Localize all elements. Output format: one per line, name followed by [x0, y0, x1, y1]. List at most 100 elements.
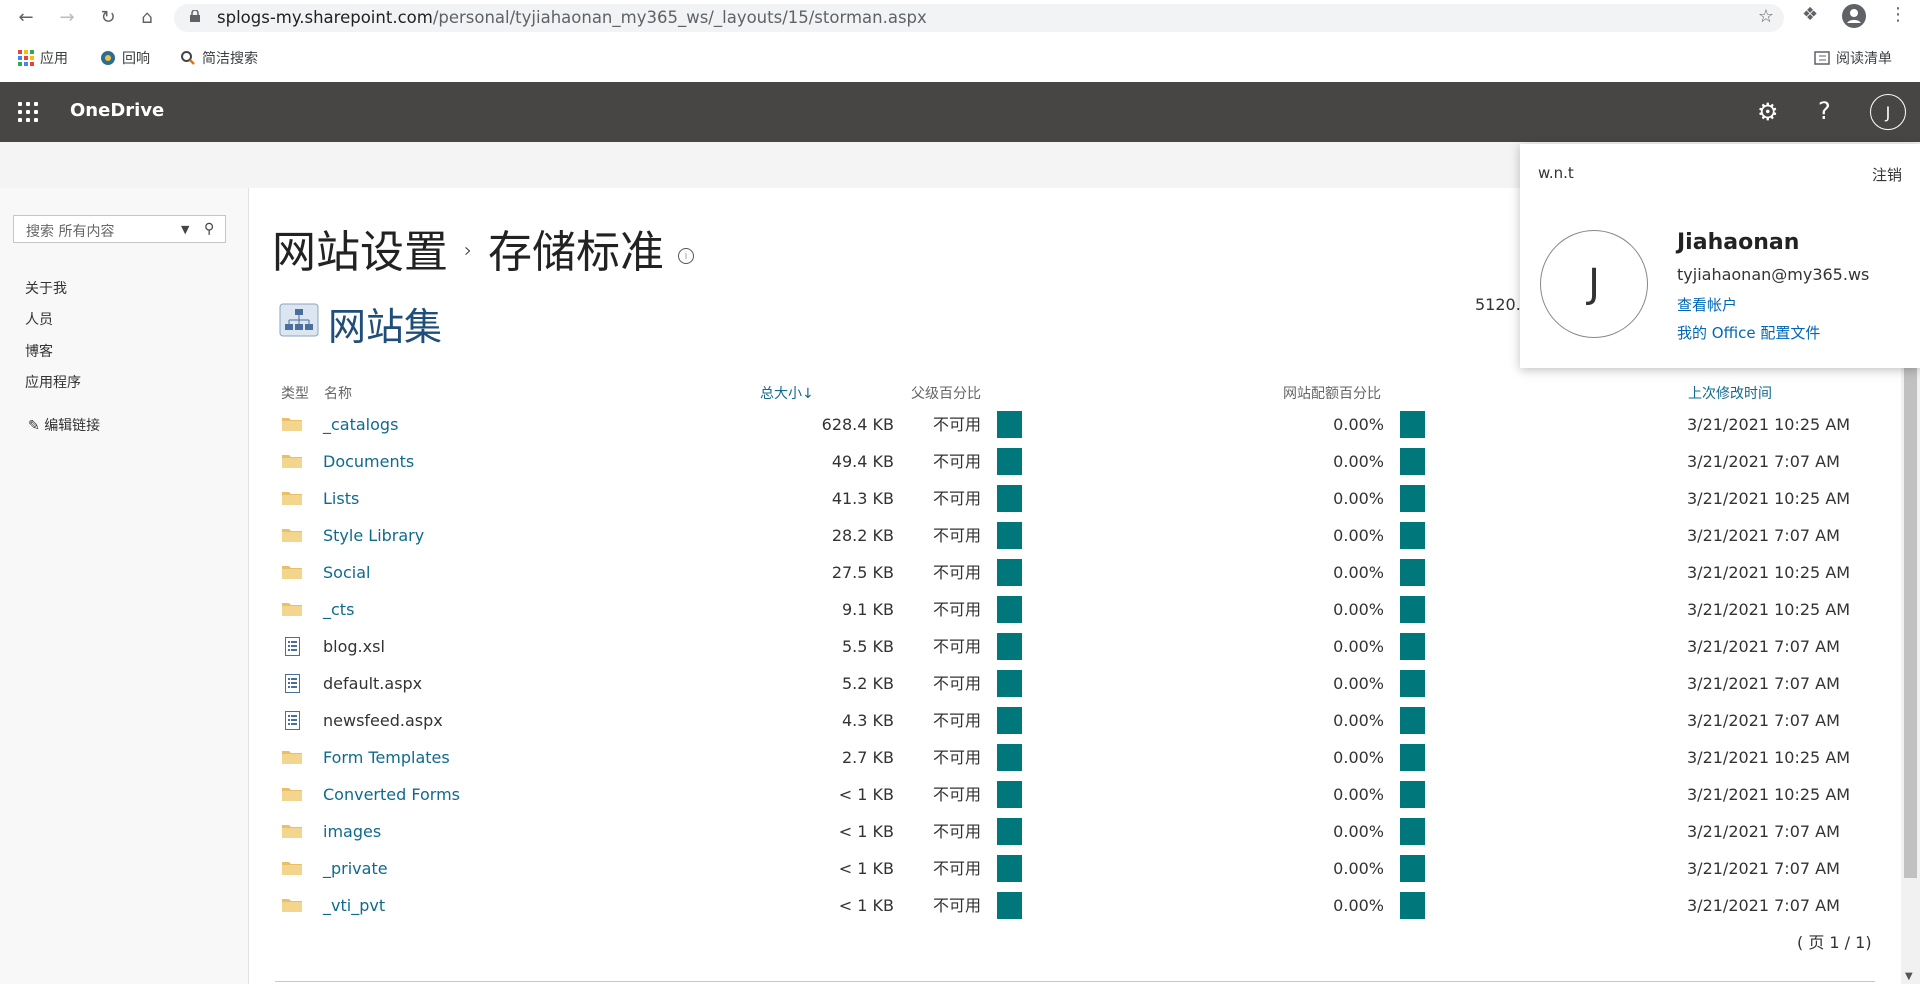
settings-gear-icon[interactable]: ⚙	[1757, 98, 1779, 126]
item-name[interactable]: Lists	[323, 480, 359, 517]
org-name: w.n.t	[1538, 164, 1574, 182]
parent-pct-bar	[997, 411, 1022, 438]
item-modified: 3/21/2021 7:07 AM	[1687, 526, 1840, 545]
quota-pct-bar	[1400, 855, 1425, 882]
nav-link-blog[interactable]: 博客	[25, 341, 53, 361]
bookmarks-bar: 应用 回响 简洁搜索 阅读清单	[0, 36, 1920, 83]
divider	[275, 981, 1875, 982]
item-modified: 3/21/2021 7:07 AM	[1687, 859, 1840, 878]
quota-pct-bar	[1400, 522, 1425, 549]
extensions-icon[interactable]: ❖	[1802, 4, 1818, 25]
breadcrumb-root[interactable]: 网站设置	[272, 227, 448, 278]
item-name[interactable]: Documents	[323, 443, 414, 480]
item-quota-pct: 0.00%	[1333, 711, 1384, 730]
item-modified: 3/21/2021 7:07 AM	[1687, 822, 1840, 841]
scrollbar-thumb[interactable]	[1904, 358, 1917, 878]
table-row: Style Library 28.2 KB 不可用 0.00% 3/21/2021 7:…	[0, 517, 1920, 554]
item-modified: 3/21/2021 10:25 AM	[1687, 489, 1851, 508]
help-icon[interactable]: ?	[1818, 97, 1831, 125]
col-header-modified[interactable]: 上次修改时间	[1688, 383, 1772, 403]
app-launcher-icon[interactable]	[18, 102, 38, 122]
bookmark-search[interactable]: 简洁搜索	[180, 48, 258, 68]
view-account-link[interactable]: 查看帐户	[1677, 294, 1737, 315]
quota-pct-bar	[1400, 892, 1425, 919]
item-parent-pct: 不可用	[933, 896, 982, 915]
item-name[interactable]: _vti_pvt	[323, 887, 385, 924]
item-quota-pct: 0.00%	[1333, 748, 1384, 767]
home-icon[interactable]: ⌂	[135, 6, 159, 30]
lock-icon	[190, 10, 200, 22]
table-row: _cts 9.1 KB 不可用 0.00% 3/21/2021 10:25 AM	[0, 591, 1920, 628]
folder-icon	[282, 899, 302, 912]
brand-title[interactable]: OneDrive	[70, 100, 164, 121]
item-quota-pct: 0.00%	[1333, 415, 1384, 434]
item-parent-pct: 不可用	[933, 711, 982, 730]
scroll-down-icon[interactable]: ▼	[1905, 971, 1913, 982]
parent-pct-bar	[997, 522, 1022, 549]
item-name[interactable]: images	[323, 813, 381, 850]
item-modified: 3/21/2021 7:07 AM	[1687, 711, 1840, 730]
back-icon[interactable]: ←	[14, 6, 38, 30]
col-header-type[interactable]: 类型	[281, 383, 309, 403]
search-input[interactable]: 搜索 所有内容	[26, 221, 114, 241]
item-name[interactable]: Form Templates	[323, 739, 450, 776]
col-header-parent-pct[interactable]: 父级百分比	[911, 383, 981, 403]
bookmark-apps[interactable]: 应用	[18, 48, 68, 68]
office-profile-link[interactable]: 我的 Office 配置文件	[1677, 322, 1820, 343]
item-parent-pct: 不可用	[933, 785, 982, 804]
address-bar[interactable]: splogs-my.sharepoint.com/personal/tyjiah…	[174, 4, 1784, 32]
item-name[interactable]: _private	[323, 850, 388, 887]
nav-link-about-me[interactable]: 关于我	[25, 278, 67, 298]
item-parent-pct: 不可用	[933, 489, 982, 508]
folder-icon	[282, 492, 302, 505]
item-name[interactable]: Style Library	[323, 517, 424, 554]
search-icon[interactable]: ⚲	[204, 221, 214, 237]
bookmark-echo[interactable]: 回响	[100, 48, 150, 68]
browser-toolbar: ← → ↻ ⌂ splogs-my.sharepoint.com/persona…	[0, 0, 1920, 36]
info-icon[interactable]: i	[678, 248, 694, 264]
profile-icon[interactable]	[1841, 3, 1867, 34]
item-size: 2.7 KB	[842, 748, 894, 767]
reading-list[interactable]: 阅读清单	[1814, 48, 1892, 68]
breadcrumb-current: 存储标准	[488, 227, 664, 278]
quota-pct-bar	[1400, 744, 1425, 771]
sort-desc-icon: ↓	[802, 386, 814, 402]
item-name[interactable]: Converted Forms	[323, 776, 460, 813]
parent-pct-bar	[997, 855, 1022, 882]
sign-out-link[interactable]: 注销	[1872, 164, 1902, 185]
nav-link-apps[interactable]: 应用程序	[25, 372, 81, 392]
item-name[interactable]: _cts	[323, 591, 354, 628]
parent-pct-bar	[997, 707, 1022, 734]
nav-link-people[interactable]: 人员	[25, 309, 53, 329]
folder-icon	[282, 529, 302, 542]
menu-kebab-icon[interactable]: ⋮	[1889, 4, 1907, 25]
item-parent-pct: 不可用	[933, 563, 982, 582]
item-modified: 3/21/2021 7:07 AM	[1687, 674, 1840, 693]
col-header-name[interactable]: 名称	[324, 383, 352, 403]
avatar-button[interactable]: J	[1870, 94, 1906, 130]
pager: ( 页 1 / 1)	[1797, 933, 1872, 952]
parent-pct-bar	[997, 596, 1022, 623]
item-quota-pct: 0.00%	[1333, 674, 1384, 693]
item-parent-pct: 不可用	[933, 600, 982, 619]
item-modified: 3/21/2021 10:25 AM	[1687, 785, 1851, 804]
parent-pct-bar	[997, 633, 1022, 660]
table-row: Lists 41.3 KB 不可用 0.00% 3/21/2021 10:25 AM	[0, 480, 1920, 517]
item-quota-pct: 0.00%	[1333, 452, 1384, 471]
col-header-quota-pct[interactable]: 网站配额百分比	[1283, 383, 1381, 403]
search-box[interactable]: 搜索 所有内容 ▼ ⚲	[13, 215, 226, 243]
forward-icon[interactable]: →	[55, 6, 79, 30]
table-row: _vti_pvt < 1 KB 不可用 0.00% 3/21/2021 7:07 AM	[0, 887, 1920, 924]
item-name[interactable]: _catalogs	[323, 406, 398, 443]
quota-pct-bar	[1400, 633, 1425, 660]
profile-name: Jiahaonan	[1677, 230, 1800, 255]
parent-pct-bar	[997, 485, 1022, 512]
table-row: blog.xsl 5.5 KB 不可用 0.00% 3/21/2021 7:07 AM	[0, 628, 1920, 665]
scope-dropdown-icon[interactable]: ▼	[181, 223, 189, 236]
folder-icon	[282, 862, 302, 875]
bookmark-star-icon[interactable]: ☆	[1758, 6, 1774, 27]
col-header-size[interactable]: 总大小↓	[760, 383, 814, 403]
parent-pct-bar	[997, 559, 1022, 586]
item-name[interactable]: Social	[323, 554, 370, 591]
reload-icon[interactable]: ↻	[96, 6, 120, 30]
